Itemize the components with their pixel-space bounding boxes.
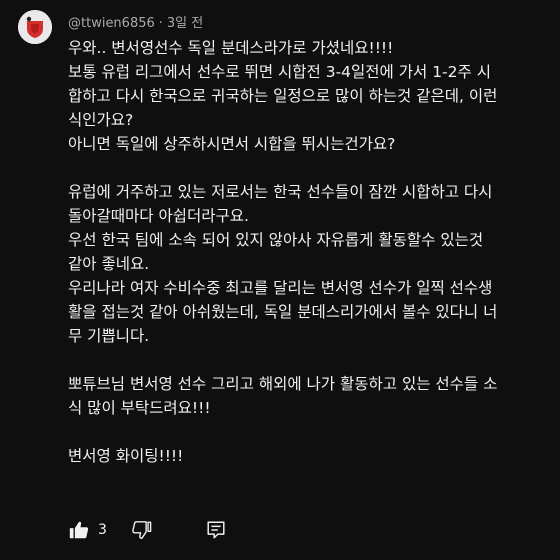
comment-text: 우와.. 변서영선수 독일 분데스라가로 가셨네요!!!! 보통 유럽 리그에서… bbox=[68, 36, 544, 468]
comment-line: 아니면 독일에 상주하시면서 시합을 뛰시는건가요? bbox=[68, 135, 396, 153]
comment-timestamp[interactable]: 3일 전 bbox=[167, 16, 203, 31]
comment-blank-line bbox=[68, 348, 544, 372]
comment-line: 유럽에 거주하고 있는 저로서는 한국 선수들이 잠깐 시합하고 다시 bbox=[68, 183, 493, 201]
comment-actions: 3 bbox=[68, 516, 227, 544]
reply-comment-icon bbox=[207, 521, 225, 539]
comment-line: 식인가요? bbox=[68, 111, 134, 129]
comment-line: 같아 좋네요. bbox=[68, 255, 150, 273]
meta-separator: · bbox=[158, 16, 163, 31]
comment-blank-line bbox=[68, 156, 544, 180]
comment-line: 돌아갈때마다 아쉽더라구요. bbox=[68, 207, 249, 225]
dislike-button[interactable] bbox=[131, 519, 153, 541]
comment-line: 무 기쁩니다. bbox=[68, 327, 150, 345]
reply-button[interactable] bbox=[205, 519, 227, 541]
comment-line: 보통 유럽 리그에서 선수로 뛰면 시합전 3-4일전에 가서 1-2주 시 bbox=[68, 63, 491, 81]
comment-line: 변서영 화이팅!!!! bbox=[68, 447, 184, 465]
like-count: 3 bbox=[98, 522, 107, 538]
thumbs-up-icon bbox=[69, 521, 89, 539]
thumbs-down-icon bbox=[132, 521, 152, 539]
comment-line: 우와.. 변서영선수 독일 분데스라가로 가셨네요!!!! bbox=[68, 39, 394, 57]
comment-blank-line bbox=[68, 420, 544, 444]
author-name[interactable]: @ttwien6856 bbox=[68, 16, 155, 31]
like-button[interactable]: 3 bbox=[68, 519, 131, 541]
avatar-logo bbox=[18, 10, 52, 44]
comment-line: 뽀튜브님 변서영 선수 그리고 해외에 나가 활동하고 있는 선수들 소 bbox=[68, 375, 498, 393]
comment-line: 식 많이 부탁드려요!!! bbox=[68, 399, 211, 417]
comment-line: 활을 접는것 같아 아쉬웠는데, 독일 분데스리가에서 볼수 있다니 너 bbox=[68, 303, 498, 321]
comment-line: 합하고 다시 한국으로 귀국하는 일정으로 많이 하는것 같은데, 이런 bbox=[68, 87, 498, 105]
comment-meta: @ttwien6856 · 3일 전 bbox=[68, 12, 203, 31]
avatar[interactable] bbox=[18, 10, 52, 44]
comment-line: 우선 한국 팀에 소속 되어 있지 않아사 자유롭게 활동할수 있는것 bbox=[68, 231, 484, 249]
comment-line: 우리나라 여자 수비수중 최고를 달리는 변서영 선수가 일찍 선수생 bbox=[68, 279, 493, 297]
